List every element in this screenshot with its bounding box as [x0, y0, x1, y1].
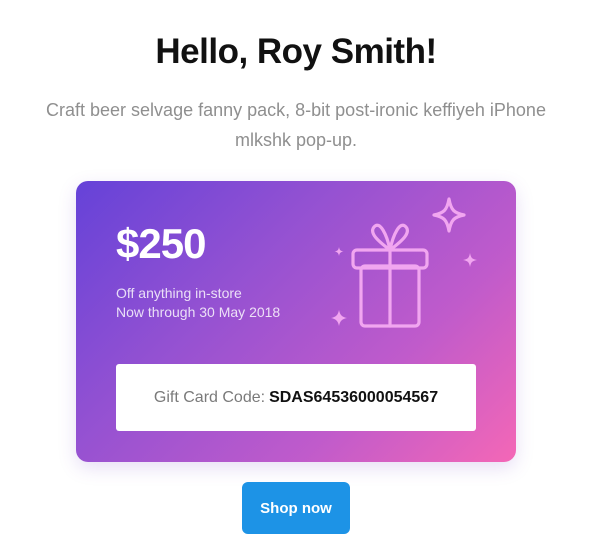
gift-icon	[351, 223, 429, 328]
sparkle-icon	[334, 247, 344, 256]
gift-card-offer: Off anything in-store Now through 30 May…	[116, 284, 280, 322]
greeting-subtitle: Craft beer selvage fanny pack, 8-bit pos…	[46, 100, 546, 150]
greeting-title: Hello, Roy Smith!	[155, 32, 437, 71]
gift-card-code-value[interactable]: SDAS64536000054567	[269, 389, 438, 407]
gift-illustration	[331, 197, 477, 328]
sparkle-icon	[432, 197, 466, 233]
shop-now-button[interactable]: Shop now	[242, 482, 350, 534]
gift-card-amount: $250	[116, 220, 206, 267]
sparkle-icon	[463, 253, 477, 267]
offer-line-scope: Off anything in-store	[116, 285, 242, 301]
offer-line-validity: Now through 30 May 2018	[116, 304, 281, 320]
gift-card-code-label: Gift Card Code:	[153, 388, 266, 406]
gift-card: $250 Off anything in-store Now through 3…	[76, 181, 516, 462]
gift-card-code-box[interactable]: Gift Card Code: SDAS64536000054567	[116, 364, 476, 431]
sparkle-icon	[331, 310, 347, 326]
